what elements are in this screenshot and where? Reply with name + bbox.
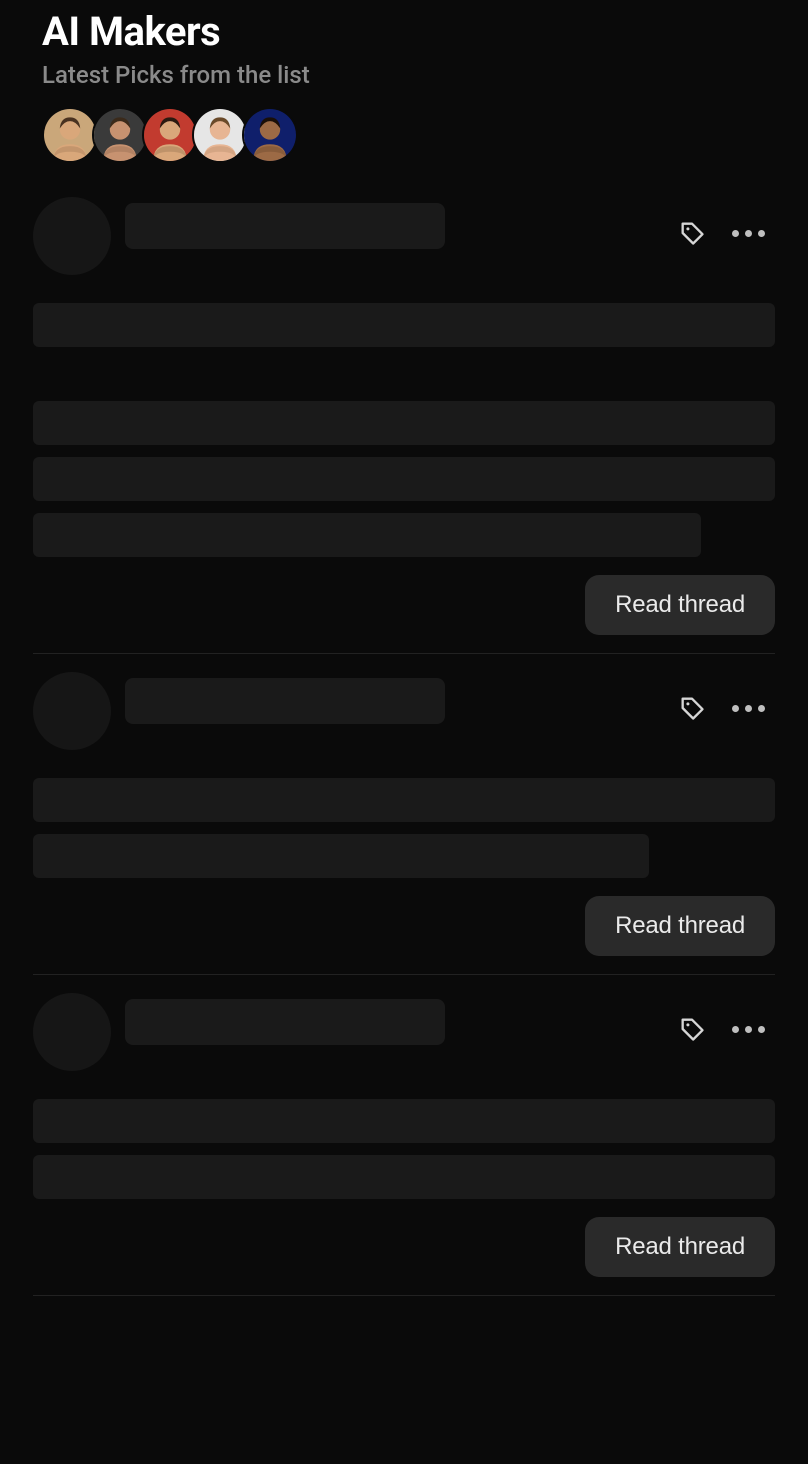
skeleton-line	[33, 834, 649, 878]
avatar[interactable]	[242, 107, 298, 163]
tag-icon[interactable]	[678, 219, 706, 247]
more-icon[interactable]	[732, 230, 765, 237]
skeleton-gap	[33, 359, 775, 389]
skeleton-line	[33, 778, 775, 822]
page-subtitle: Latest Picks from the list	[42, 61, 766, 89]
feed: Read thread Read thread	[0, 179, 808, 1314]
card-header-actions	[678, 219, 765, 247]
tag-icon[interactable]	[678, 1015, 706, 1043]
card-body	[33, 303, 775, 557]
card-header-actions	[678, 1015, 765, 1043]
card-header-left	[33, 672, 445, 750]
tag-icon[interactable]	[678, 694, 706, 722]
read-thread-button[interactable]: Read thread	[585, 896, 775, 956]
skeleton-line	[33, 401, 775, 445]
skeleton-avatar	[33, 197, 111, 275]
avatar[interactable]	[92, 107, 148, 163]
avatar[interactable]	[192, 107, 248, 163]
skeleton-line	[33, 457, 775, 501]
skeleton-name	[125, 203, 445, 249]
skeleton-line	[33, 303, 775, 347]
more-icon[interactable]	[732, 1026, 765, 1033]
read-thread-button[interactable]: Read thread	[585, 575, 775, 635]
skeleton-name	[125, 999, 445, 1045]
feed-card: Read thread	[33, 197, 775, 653]
card-body	[33, 1099, 775, 1199]
card-body	[33, 778, 775, 878]
skeleton-line	[33, 1099, 775, 1143]
avatar[interactable]	[142, 107, 198, 163]
skeleton-line	[33, 1155, 775, 1199]
card-header	[33, 993, 775, 1071]
avatar-row	[42, 107, 766, 163]
card-header	[33, 672, 775, 750]
card-footer: Read thread	[33, 896, 775, 956]
avatar[interactable]	[42, 107, 98, 163]
card-header-left	[33, 197, 445, 275]
more-icon[interactable]	[732, 705, 765, 712]
card-footer: Read thread	[33, 575, 775, 635]
page-title: AI Makers	[42, 8, 766, 55]
card-footer: Read thread	[33, 1217, 775, 1277]
card-header-actions	[678, 694, 765, 722]
skeleton-avatar	[33, 993, 111, 1071]
feed-card: Read thread	[33, 672, 775, 974]
card-header	[33, 197, 775, 275]
skeleton-line	[33, 513, 701, 557]
header: AI Makers Latest Picks from the list	[0, 8, 808, 179]
feed-card: Read thread	[33, 993, 775, 1295]
skeleton-avatar	[33, 672, 111, 750]
skeleton-name	[125, 678, 445, 724]
read-thread-button[interactable]: Read thread	[585, 1217, 775, 1277]
card-header-left	[33, 993, 445, 1071]
